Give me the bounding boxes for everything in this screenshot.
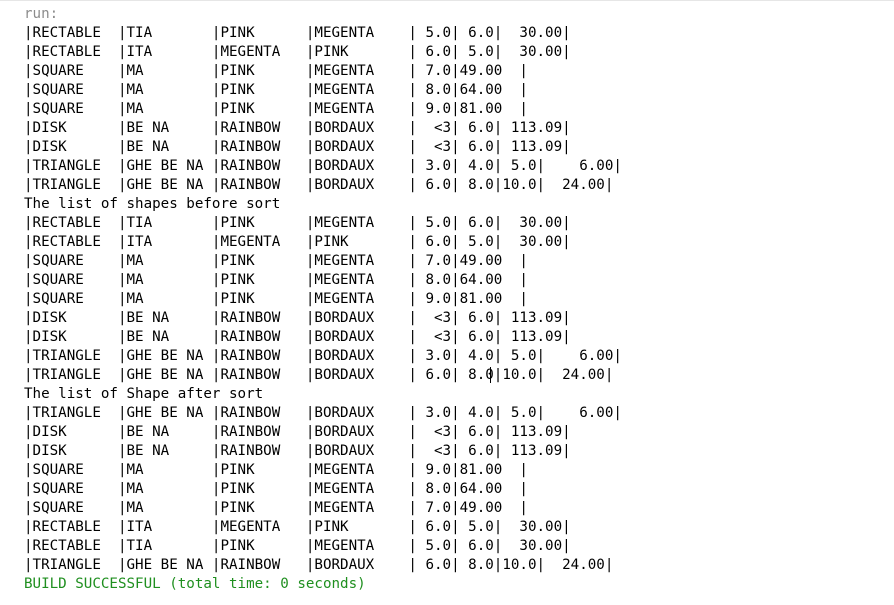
output-line: |RECTABLE |TIA |PINK |MEGENTA | 5.0| 6.0… [24, 215, 571, 231]
console-output: run: |RECTABLE |TIA |PINK |MEGENTA | 5.0… [24, 5, 622, 594]
output-line: |SQUARE |MA |PINK |MEGENTA | 8.0|64.00 | [24, 82, 528, 98]
output-line: |RECTABLE |TIA |PINK |MEGENTA | 5.0| 6.0… [24, 538, 571, 554]
output-line: |RECTABLE |TIA |PINK |MEGENTA | 5.0| 6.0… [24, 25, 571, 41]
output-line: |SQUARE |MA |PINK |MEGENTA | 9.0|81.00 | [24, 291, 528, 307]
output-line: |TRIANGLE |GHE BE NA |RAINBOW |BORDAUX |… [24, 367, 614, 383]
output-line: |DISK |BE NA |RAINBOW |BORDAUX | <3| 6.0… [24, 329, 571, 345]
output-line: |SQUARE |MA |PINK |MEGENTA | 9.0|81.00 | [24, 462, 528, 478]
output-line: |TRIANGLE |GHE BE NA |RAINBOW |BORDAUX |… [24, 158, 622, 174]
output-line: |TRIANGLE |GHE BE NA |RAINBOW |BORDAUX |… [24, 348, 622, 364]
run-label: run: [24, 6, 59, 22]
output-line: |DISK |BE NA |RAINBOW |BORDAUX | <3| 6.0… [24, 443, 571, 459]
output-line: |SQUARE |MA |PINK |MEGENTA | 7.0|49.00 | [24, 500, 528, 516]
output-line: |RECTABLE |ITA |MEGENTA |PINK | 6.0| 5.0… [24, 44, 571, 60]
output-line: |SQUARE |MA |PINK |MEGENTA | 8.0|64.00 | [24, 272, 528, 288]
output-line: |TRIANGLE |GHE BE NA |RAINBOW |BORDAUX |… [24, 177, 614, 193]
output-line: |SQUARE |MA |PINK |MEGENTA | 7.0|49.00 | [24, 253, 528, 269]
output-line: |TRIANGLE |GHE BE NA |RAINBOW |BORDAUX |… [24, 405, 622, 421]
text-cursor [490, 367, 491, 383]
section-heading-before-sort: The list of shapes before sort [24, 196, 281, 212]
build-status: BUILD SUCCESSFUL (total time: 0 seconds) [24, 576, 366, 592]
output-console[interactable]: run: |RECTABLE |TIA |PINK |MEGENTA | 5.0… [0, 0, 894, 605]
output-line: |RECTABLE |ITA |MEGENTA |PINK | 6.0| 5.0… [24, 519, 571, 535]
output-line: |DISK |BE NA |RAINBOW |BORDAUX | <3| 6.0… [24, 139, 571, 155]
output-line: |DISK |BE NA |RAINBOW |BORDAUX | <3| 6.0… [24, 310, 571, 326]
section-heading-after-sort: The list of Shape after sort [24, 386, 264, 402]
output-line: |SQUARE |MA |PINK |MEGENTA | 9.0|81.00 | [24, 101, 528, 117]
output-line: |DISK |BE NA |RAINBOW |BORDAUX | <3| 6.0… [24, 120, 571, 136]
output-line: |SQUARE |MA |PINK |MEGENTA | 8.0|64.00 | [24, 481, 528, 497]
output-line: |SQUARE |MA |PINK |MEGENTA | 7.0|49.00 | [24, 63, 528, 79]
output-line: |RECTABLE |ITA |MEGENTA |PINK | 6.0| 5.0… [24, 234, 571, 250]
output-line: |DISK |BE NA |RAINBOW |BORDAUX | <3| 6.0… [24, 424, 571, 440]
output-line: |TRIANGLE |GHE BE NA |RAINBOW |BORDAUX |… [24, 557, 614, 573]
